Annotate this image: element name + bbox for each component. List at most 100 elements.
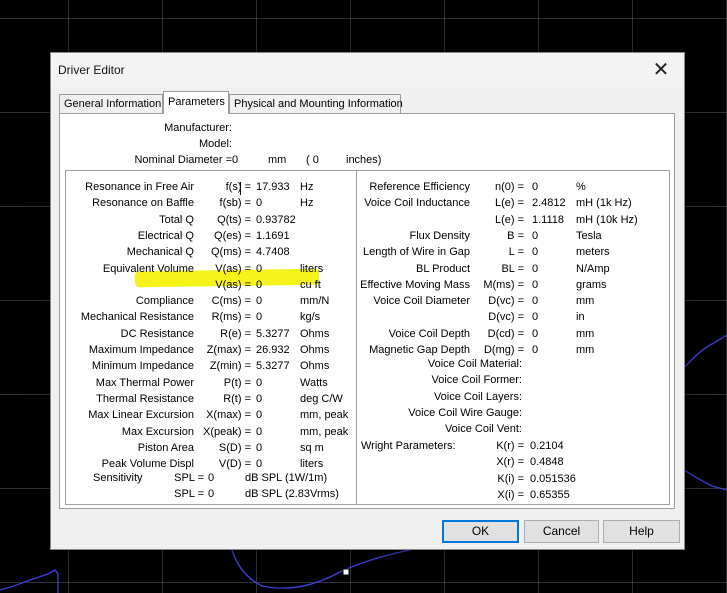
wright-value[interactable]: 0.2104 bbox=[530, 440, 564, 453]
param-label: Thermal Resistance bbox=[96, 392, 194, 405]
param-label: Peak Volume Displ bbox=[101, 458, 194, 471]
param-value[interactable]: 0 bbox=[256, 311, 262, 324]
param-label: Compliance bbox=[135, 295, 194, 308]
wright-symbol: K(r) = bbox=[496, 440, 524, 452]
param-value[interactable]: 0 bbox=[256, 279, 262, 292]
param-value[interactable]: 0.93782 bbox=[256, 214, 296, 227]
param-value[interactable]: 0 bbox=[532, 328, 538, 341]
title-bar: Driver Editor ✕ bbox=[51, 53, 684, 87]
param-label: Max Excursion bbox=[121, 425, 194, 438]
param-unit: mm, peak bbox=[300, 409, 349, 422]
diameter-in-value: ( 0 bbox=[306, 154, 319, 166]
param-label: BL Product bbox=[415, 262, 470, 275]
voice-coil-label: Voice Coil Wire Gauge: bbox=[408, 406, 522, 419]
param-symbol: V(as) = bbox=[215, 278, 251, 291]
param-value[interactable]: 4.7408 bbox=[256, 246, 290, 259]
nominal-diameter-label: Nominal Diameter = bbox=[134, 154, 232, 166]
wright-symbol: X(i) = bbox=[497, 488, 524, 501]
param-value[interactable]: 0 bbox=[256, 458, 262, 471]
param-symbol: V(as) = bbox=[215, 262, 251, 275]
spl-1w-value[interactable]: 0 bbox=[208, 472, 214, 485]
param-value[interactable]: 0 bbox=[532, 181, 538, 194]
param-value[interactable]: 1.1118 bbox=[532, 214, 564, 227]
param-symbol: L(e) = bbox=[494, 213, 524, 226]
param-value[interactable]: 5.3277 bbox=[256, 328, 290, 341]
param-unit: Ohms bbox=[300, 360, 330, 373]
param-symbol: f(s) = bbox=[225, 181, 251, 193]
spl-283-value[interactable]: 0 bbox=[208, 488, 214, 501]
param-value[interactable]: 0 bbox=[532, 246, 538, 259]
param-symbol: X(peak) = bbox=[203, 425, 251, 438]
param-value[interactable]: 26.932 bbox=[256, 344, 290, 357]
param-value[interactable]: 0 bbox=[532, 295, 538, 308]
voice-coil-label: Voice Coil Former: bbox=[431, 374, 522, 387]
param-label: Flux Density bbox=[409, 229, 470, 242]
help-button[interactable]: Help bbox=[603, 520, 680, 543]
param-value[interactable]: 0 bbox=[256, 263, 262, 276]
wright-symbol: X(r) = bbox=[496, 456, 524, 469]
param-label: Total Q bbox=[159, 213, 194, 226]
param-unit: deg C/W bbox=[300, 392, 343, 405]
param-value[interactable]: 0 bbox=[532, 263, 538, 276]
param-label: Equivalent Volume bbox=[102, 262, 194, 275]
param-symbol: D(vc) = bbox=[488, 311, 524, 324]
param-symbol: D(cd) = bbox=[487, 327, 524, 340]
tab-general-information[interactable]: General Information bbox=[59, 94, 163, 113]
param-value[interactable]: 0 bbox=[532, 344, 538, 357]
tab-physical-mounting[interactable]: Physical and Mounting Information bbox=[229, 94, 403, 113]
param-unit: Ohms bbox=[300, 344, 330, 356]
param-unit: sq m bbox=[300, 441, 324, 454]
param-label: Voice Coil Depth bbox=[388, 327, 470, 340]
param-value[interactable]: 0 bbox=[532, 311, 538, 324]
param-value[interactable]: 17.933 bbox=[256, 181, 290, 194]
param-symbol: L = bbox=[508, 246, 524, 259]
param-value[interactable]: 0 bbox=[256, 197, 262, 210]
param-symbol: P(t) = bbox=[223, 376, 251, 389]
param-value[interactable]: 0 bbox=[532, 230, 538, 243]
param-value[interactable]: 0 bbox=[256, 377, 262, 390]
param-symbol: D(mg) = bbox=[483, 344, 524, 356]
wright-value[interactable]: 0.051536 bbox=[530, 473, 576, 486]
tab-parameters[interactable]: Parameters bbox=[163, 91, 229, 114]
param-label: Magnetic Gap Depth bbox=[369, 344, 470, 356]
parameters-panel: Manufacturer: Model: Nominal Diameter = … bbox=[59, 113, 675, 509]
wright-value[interactable]: 0.4848 bbox=[530, 456, 564, 469]
param-unit: N/Amp bbox=[576, 262, 610, 275]
param-unit: Hz bbox=[300, 181, 314, 193]
ok-button[interactable]: OK bbox=[442, 520, 519, 543]
param-unit: mH (1k Hz) bbox=[576, 197, 632, 210]
close-icon[interactable]: ✕ bbox=[648, 57, 674, 83]
param-value[interactable]: 0 bbox=[256, 426, 262, 439]
param-unit: grams bbox=[576, 278, 607, 291]
param-value[interactable]: 5.3277 bbox=[256, 360, 290, 373]
param-value[interactable]: 0 bbox=[532, 279, 538, 292]
diameter-in-unit: inches) bbox=[346, 154, 382, 166]
param-value[interactable]: 2.4812 bbox=[532, 197, 566, 210]
param-value[interactable]: 0 bbox=[256, 409, 262, 422]
param-value[interactable]: 0 bbox=[256, 295, 262, 308]
param-unit: mH (10k Hz) bbox=[576, 213, 638, 226]
param-label: Maximum Impedance bbox=[88, 344, 194, 356]
param-value[interactable]: 1.1691 bbox=[256, 230, 290, 243]
param-symbol: C(ms) = bbox=[211, 295, 251, 308]
param-symbol: Z(min) = bbox=[209, 360, 251, 373]
diameter-mm-value: 0 bbox=[232, 154, 239, 166]
model-label: Model: bbox=[198, 138, 232, 150]
param-label: Resonance on Baffle bbox=[92, 197, 194, 210]
param-label: DC Resistance bbox=[120, 327, 194, 340]
param-value[interactable]: 0 bbox=[256, 393, 262, 406]
param-unit: meters bbox=[576, 246, 610, 259]
param-label: Effective Moving Mass bbox=[360, 278, 470, 291]
cancel-button[interactable]: Cancel bbox=[524, 520, 599, 543]
param-label: Mechanical Resistance bbox=[80, 311, 194, 324]
spl-1w-symbol: SPL = bbox=[174, 472, 204, 484]
manufacturer-label: Manufacturer: bbox=[164, 122, 232, 134]
wright-value[interactable]: 0.65355 bbox=[530, 489, 570, 502]
param-unit: Ohms bbox=[300, 327, 330, 340]
param-symbol: f(sb) = bbox=[219, 197, 251, 210]
param-symbol: Q(ms) = bbox=[210, 246, 251, 259]
param-unit: mm bbox=[576, 295, 595, 308]
param-label: Length of Wire in Gap bbox=[362, 246, 470, 259]
param-value[interactable]: 0 bbox=[256, 442, 262, 455]
voice-coil-label: Voice Coil Layers: bbox=[433, 390, 522, 403]
